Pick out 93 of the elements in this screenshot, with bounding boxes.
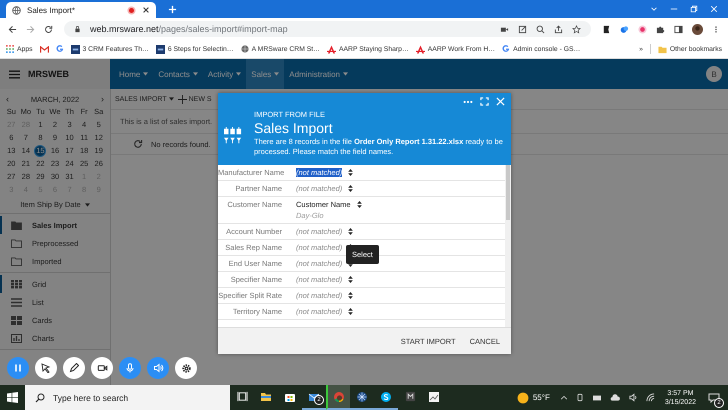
globe-icon xyxy=(12,6,21,14)
caret-icon xyxy=(236,72,242,76)
restore-icon[interactable] xyxy=(690,5,698,13)
bookmark-icon xyxy=(416,44,425,54)
chat-app-icon xyxy=(380,390,392,402)
folder-icon xyxy=(11,220,22,230)
reload-icon[interactable] xyxy=(44,24,53,34)
browser-tab[interactable]: Sales Import* xyxy=(6,2,156,18)
windows-start-icon[interactable] xyxy=(7,392,18,403)
folder-icon xyxy=(658,44,667,54)
pencil-icon xyxy=(69,363,79,373)
list-icon xyxy=(11,298,22,306)
caret-icon xyxy=(84,202,90,206)
mail-icon xyxy=(40,46,48,52)
compass-icon xyxy=(356,390,368,402)
camera-icon[interactable] xyxy=(500,24,509,34)
back-icon[interactable] xyxy=(8,24,17,34)
phone-icon[interactable] xyxy=(576,393,584,402)
search-icon xyxy=(35,392,45,402)
address-bar[interactable]: web.mrsware.net/pages/sales-import#import-map xyxy=(64,21,591,37)
nav-menu[interactable]: Contacts xyxy=(153,59,203,89)
volume-icon[interactable] xyxy=(628,393,638,402)
pause-icon xyxy=(13,363,23,373)
chart-icon xyxy=(11,334,22,342)
nav-menu[interactable]: Home xyxy=(114,59,154,89)
sort-arrows-icon[interactable] xyxy=(348,308,354,315)
previous-month-button[interactable]: ‹ xyxy=(6,95,9,104)
google-icon xyxy=(502,45,510,53)
caret-icon xyxy=(274,72,280,76)
sort-arrows-icon[interactable] xyxy=(348,292,354,299)
glasses-logo-icon xyxy=(222,127,244,145)
weather-temperature[interactable]: 55°F xyxy=(532,393,550,402)
notifications-icon[interactable] xyxy=(708,392,720,402)
folder-icon xyxy=(260,390,272,402)
sort-arrows-icon[interactable] xyxy=(356,201,362,208)
chevron-icon[interactable] xyxy=(650,5,658,13)
star-icon[interactable] xyxy=(572,24,581,34)
settings-icon xyxy=(180,362,192,374)
nav-menu[interactable]: Sales xyxy=(246,59,284,89)
app-icon xyxy=(404,391,416,402)
folder-icon xyxy=(11,238,22,248)
sort-arrows-icon[interactable] xyxy=(348,169,354,176)
caret-icon xyxy=(342,72,348,76)
taskbar-search-field[interactable]: Type here to search xyxy=(25,385,230,410)
menu-icon[interactable] xyxy=(9,70,20,78)
close-icon[interactable] xyxy=(142,6,150,14)
refresh-icon[interactable] xyxy=(133,139,143,149)
apps-icon xyxy=(6,45,14,53)
app-brand: MRSWEB xyxy=(28,69,69,79)
globe-icon xyxy=(240,45,249,53)
dialog-title: Sales Import xyxy=(254,120,334,136)
sidebar-icon[interactable] xyxy=(674,24,683,34)
task-view-icon xyxy=(236,391,248,402)
open-external-icon[interactable] xyxy=(518,24,527,34)
video-camera-icon xyxy=(96,363,108,373)
avatar-icon[interactable] xyxy=(692,24,703,34)
sun-icon[interactable] xyxy=(516,392,529,404)
plus-icon xyxy=(178,94,187,104)
browser-icon xyxy=(333,390,345,402)
bookmark-icon xyxy=(156,44,165,54)
sort-arrows-icon[interactable] xyxy=(348,185,354,192)
chevron-up-icon[interactable] xyxy=(560,394,568,402)
speaker-icon xyxy=(152,363,164,373)
microphone-icon xyxy=(125,363,135,373)
chart-icon xyxy=(428,390,440,402)
caret-icon xyxy=(143,72,148,76)
tab-title: Sales Import* xyxy=(27,6,76,14)
record-icon[interactable] xyxy=(638,24,647,34)
cursor-icon xyxy=(41,363,51,373)
sort-arrows-icon[interactable] xyxy=(348,276,354,283)
next-month-button[interactable]: › xyxy=(100,95,104,104)
fullscreen-icon[interactable] xyxy=(480,97,489,106)
grid-icon xyxy=(11,280,22,288)
bookmark-icon xyxy=(70,44,80,54)
share-icon[interactable] xyxy=(554,24,563,34)
cloud-icon[interactable] xyxy=(610,394,621,401)
caret-icon xyxy=(192,72,198,76)
folder-icon xyxy=(11,256,22,266)
cards-icon xyxy=(11,316,22,324)
google-icon xyxy=(56,45,64,53)
user-avatar[interactable]: B xyxy=(706,66,722,82)
caret-icon xyxy=(168,97,174,101)
lock-icon xyxy=(74,25,81,33)
nav-menu[interactable]: Activity xyxy=(202,59,246,89)
more-icon[interactable] xyxy=(463,100,473,104)
bookmark-icon xyxy=(326,44,336,54)
new-tab-icon[interactable] xyxy=(168,4,177,14)
sort-arrows-icon[interactable] xyxy=(348,228,354,235)
network-device-icon[interactable] xyxy=(592,394,602,402)
zoom-icon[interactable] xyxy=(536,24,545,34)
puzzle-icon[interactable] xyxy=(656,24,665,34)
nav-menu[interactable]: Administration xyxy=(284,59,353,89)
wifi-icon[interactable] xyxy=(646,393,655,402)
